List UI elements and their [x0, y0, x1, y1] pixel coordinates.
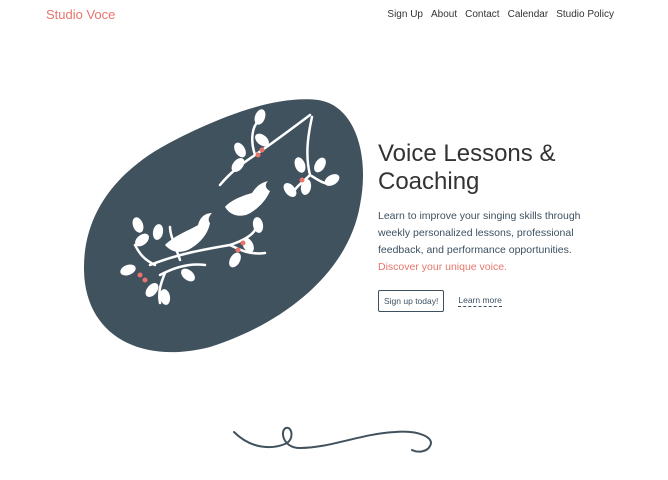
hero-section: Voice Lessons & Coaching Learn to improv… — [378, 140, 608, 312]
nav-about[interactable]: About — [431, 9, 457, 20]
hero-actions: Sign up today! Learn more — [378, 290, 608, 312]
hero-description: Learn to improve your singing skills thr… — [378, 208, 608, 276]
hero-title-line2: Coaching — [378, 168, 480, 195]
nav-contact[interactable]: Contact — [465, 9, 499, 20]
page: Studio Voce Sign Up About Contact Calend… — [0, 0, 668, 480]
nav-studio-policy[interactable]: Studio Policy — [556, 9, 614, 20]
brand-logo-link[interactable]: Studio Voce — [46, 7, 115, 22]
flourish-divider — [233, 426, 432, 453]
hero-title: Voice Lessons & Coaching — [378, 140, 608, 196]
hero-accent-text: Discover your unique voice. — [378, 261, 507, 273]
learn-more-link[interactable]: Learn more — [458, 295, 502, 307]
nav-calendar[interactable]: Calendar — [508, 9, 549, 20]
sign-up-button[interactable]: Sign up today! — [378, 290, 445, 312]
hero-title-line1: Voice Lessons & — [378, 140, 556, 167]
birds-illustration — [83, 99, 364, 353]
main-nav: Sign Up About Contact Calendar Studio Po… — [387, 9, 614, 20]
hero-description-text: Learn to improve your singing skills thr… — [378, 210, 581, 256]
illustration-blob-shape — [83, 99, 364, 353]
nav-sign-up[interactable]: Sign Up — [387, 9, 423, 20]
